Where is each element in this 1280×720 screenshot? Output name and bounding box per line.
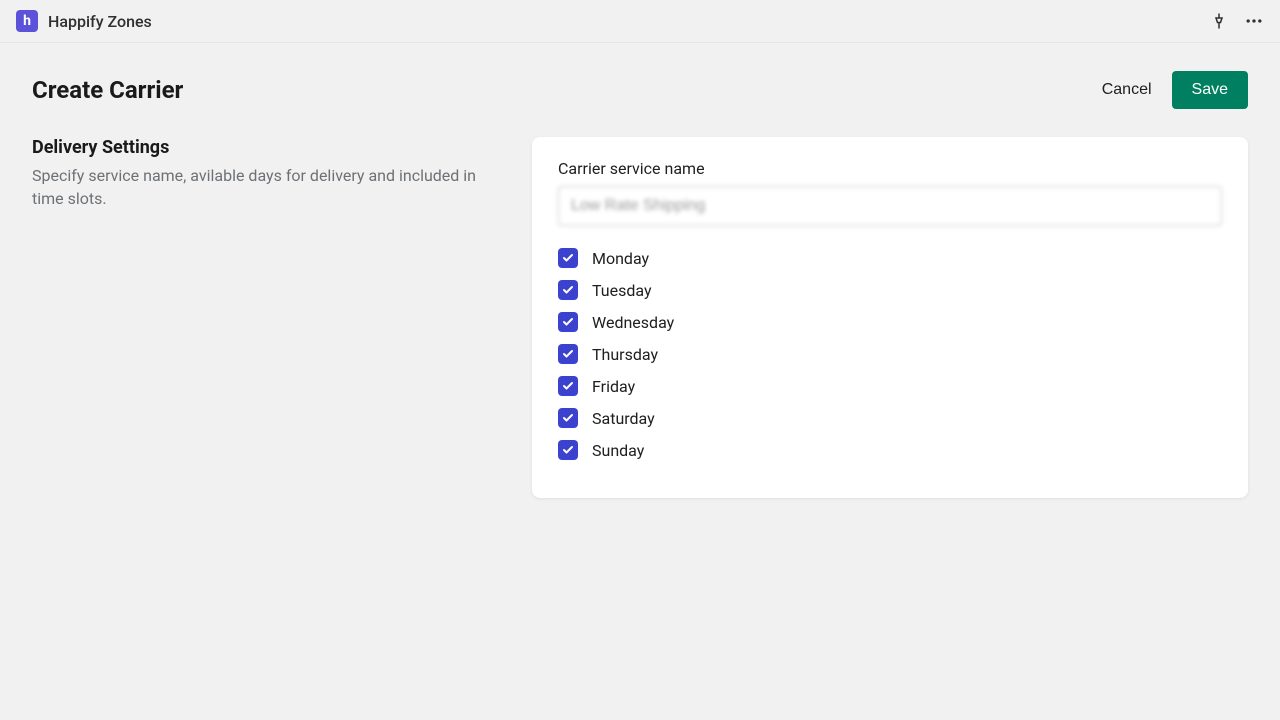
body-row: Delivery Settings Specify service name, … <box>32 137 1248 498</box>
save-button[interactable]: Save <box>1172 71 1248 109</box>
topbar: h Happify Zones <box>0 0 1280 43</box>
checkbox-thursday[interactable] <box>558 344 578 364</box>
day-row-saturday: Saturday <box>558 408 1222 428</box>
checkbox-sunday[interactable] <box>558 440 578 460</box>
day-row-monday: Monday <box>558 248 1222 268</box>
day-label: Tuesday <box>592 281 652 300</box>
carrier-name-label: Carrier service name <box>558 159 1222 178</box>
carrier-name-input[interactable] <box>558 186 1222 226</box>
cancel-button[interactable]: Cancel <box>1102 81 1152 99</box>
more-icon[interactable] <box>1244 11 1264 31</box>
checkbox-tuesday[interactable] <box>558 280 578 300</box>
day-label: Sunday <box>592 441 644 460</box>
app-icon: h <box>16 10 38 32</box>
content: Create Carrier Cancel Save Delivery Sett… <box>0 43 1280 526</box>
day-row-wednesday: Wednesday <box>558 312 1222 332</box>
section-info: Delivery Settings Specify service name, … <box>32 137 492 210</box>
page-header: Create Carrier Cancel Save <box>32 71 1248 109</box>
pin-icon[interactable] <box>1210 12 1228 30</box>
topbar-left: h Happify Zones <box>16 10 152 32</box>
day-label: Wednesday <box>592 313 674 332</box>
day-label: Saturday <box>592 409 655 428</box>
page-title: Create Carrier <box>32 76 183 104</box>
day-row-tuesday: Tuesday <box>558 280 1222 300</box>
day-row-friday: Friday <box>558 376 1222 396</box>
day-label: Friday <box>592 377 635 396</box>
topbar-right <box>1210 11 1264 31</box>
section-title: Delivery Settings <box>32 137 492 158</box>
header-actions: Cancel Save <box>1102 71 1248 109</box>
days-list: Monday Tuesday Wednesday Thursday Friday Satu… <box>558 248 1222 460</box>
day-label: Monday <box>592 249 649 268</box>
checkbox-friday[interactable] <box>558 376 578 396</box>
section-description: Specify service name, avilable days for … <box>32 164 492 210</box>
checkbox-saturday[interactable] <box>558 408 578 428</box>
checkbox-wednesday[interactable] <box>558 312 578 332</box>
day-label: Thursday <box>592 345 658 364</box>
settings-card: Carrier service name Monday Tuesday Wednes… <box>532 137 1248 498</box>
day-row-thursday: Thursday <box>558 344 1222 364</box>
app-icon-letter: h <box>23 13 31 29</box>
checkbox-monday[interactable] <box>558 248 578 268</box>
day-row-sunday: Sunday <box>558 440 1222 460</box>
app-name: Happify Zones <box>48 12 152 31</box>
